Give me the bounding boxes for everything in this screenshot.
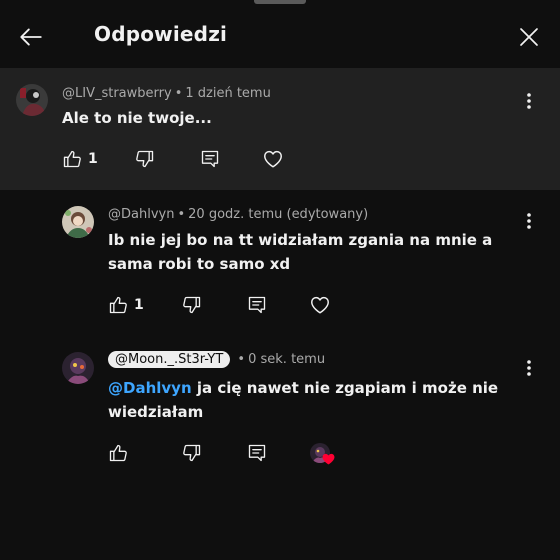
dislike-button[interactable] [182,291,202,319]
comment-time[interactable]: 20 godz. temu (edytowany) [188,207,368,222]
comment-author[interactable]: @Dahlvyn [108,207,174,222]
like-button[interactable]: 1 [62,145,98,173]
comment-meta: @Moon._.St3r-YT • 0 sek. temu [108,351,325,368]
comment-time[interactable]: 0 sek. temu [248,352,325,367]
like-button[interactable] [108,439,128,467]
meta-separator: • [233,352,246,367]
comment-icon [200,149,220,169]
thumbs-up-icon [108,295,128,315]
back-button[interactable] [14,20,48,54]
comment-meta: @LIV_strawberry • 1 dzień temu [62,86,271,101]
comment-actions: 1 [108,291,348,319]
dislike-button[interactable] [135,145,155,173]
like-count: 1 [134,297,144,313]
thumbs-down-icon [182,443,202,463]
heart-button[interactable] [262,145,284,173]
more-options-button[interactable] [517,209,541,233]
comment-icon [247,443,267,463]
close-button[interactable] [512,20,546,54]
meta-separator: • [174,86,183,101]
comment-meta: @Dahlvyn • 20 godz. temu (edytowany) [108,207,368,222]
arrow-left-icon [18,24,44,50]
more-options-button[interactable] [517,89,541,113]
more-vertical-icon [526,212,532,230]
heart-button[interactable] [309,291,331,319]
page-title: Odpowiedzi [94,22,228,46]
creator-heart-badge[interactable] [310,443,335,467]
comment-time[interactable]: 1 dzień temu [185,86,270,101]
mention-link[interactable]: @Dahlvyn [108,379,192,397]
more-options-button[interactable] [517,356,541,380]
thumbs-down-icon [135,149,155,169]
thumbs-down-icon [182,295,202,315]
thumbs-up-icon [108,443,128,463]
reply-comment: @Moon._.St3r-YT • 0 sek. temu @Dahlvyn ja… [0,340,560,480]
comment-actions: 1 [62,145,302,173]
comment-icon [247,295,267,315]
heart-icon [322,453,335,465]
comment-actions [108,439,348,467]
parent-comment: @LIV_strawberry • 1 dzień temu Ale to nie … [0,68,560,190]
comment-author[interactable]: @LIV_strawberry [62,86,172,101]
replies-header: Odpowiedzi [0,0,560,69]
heart-icon [309,294,331,316]
close-icon [517,25,541,49]
avatar[interactable] [62,206,94,238]
more-vertical-icon [526,92,532,110]
reply-button[interactable] [200,145,220,173]
reply-button[interactable] [247,439,267,467]
reply-comment: @Dahlvyn • 20 godz. temu (edytowany) Ib ni… [0,190,560,340]
comment-text: Ib nie jej bo na tt widziałam zgania na … [108,231,493,273]
comment-text: @Dahlvyn ja cię nawet nie zgapiam i może… [108,376,520,424]
reply-button[interactable] [247,291,267,319]
meta-separator: • [177,207,186,222]
avatar[interactable] [62,352,94,384]
heart-icon [262,148,284,170]
like-button[interactable]: 1 [108,291,144,319]
comment-author-badge[interactable]: @Moon._.St3r-YT [108,351,231,368]
comment-text: Ale to nie twoje... [62,109,212,127]
like-count: 1 [88,151,98,167]
avatar[interactable] [16,84,48,116]
thumbs-up-icon [62,149,82,169]
more-vertical-icon [526,359,532,377]
dislike-button[interactable] [182,439,202,467]
